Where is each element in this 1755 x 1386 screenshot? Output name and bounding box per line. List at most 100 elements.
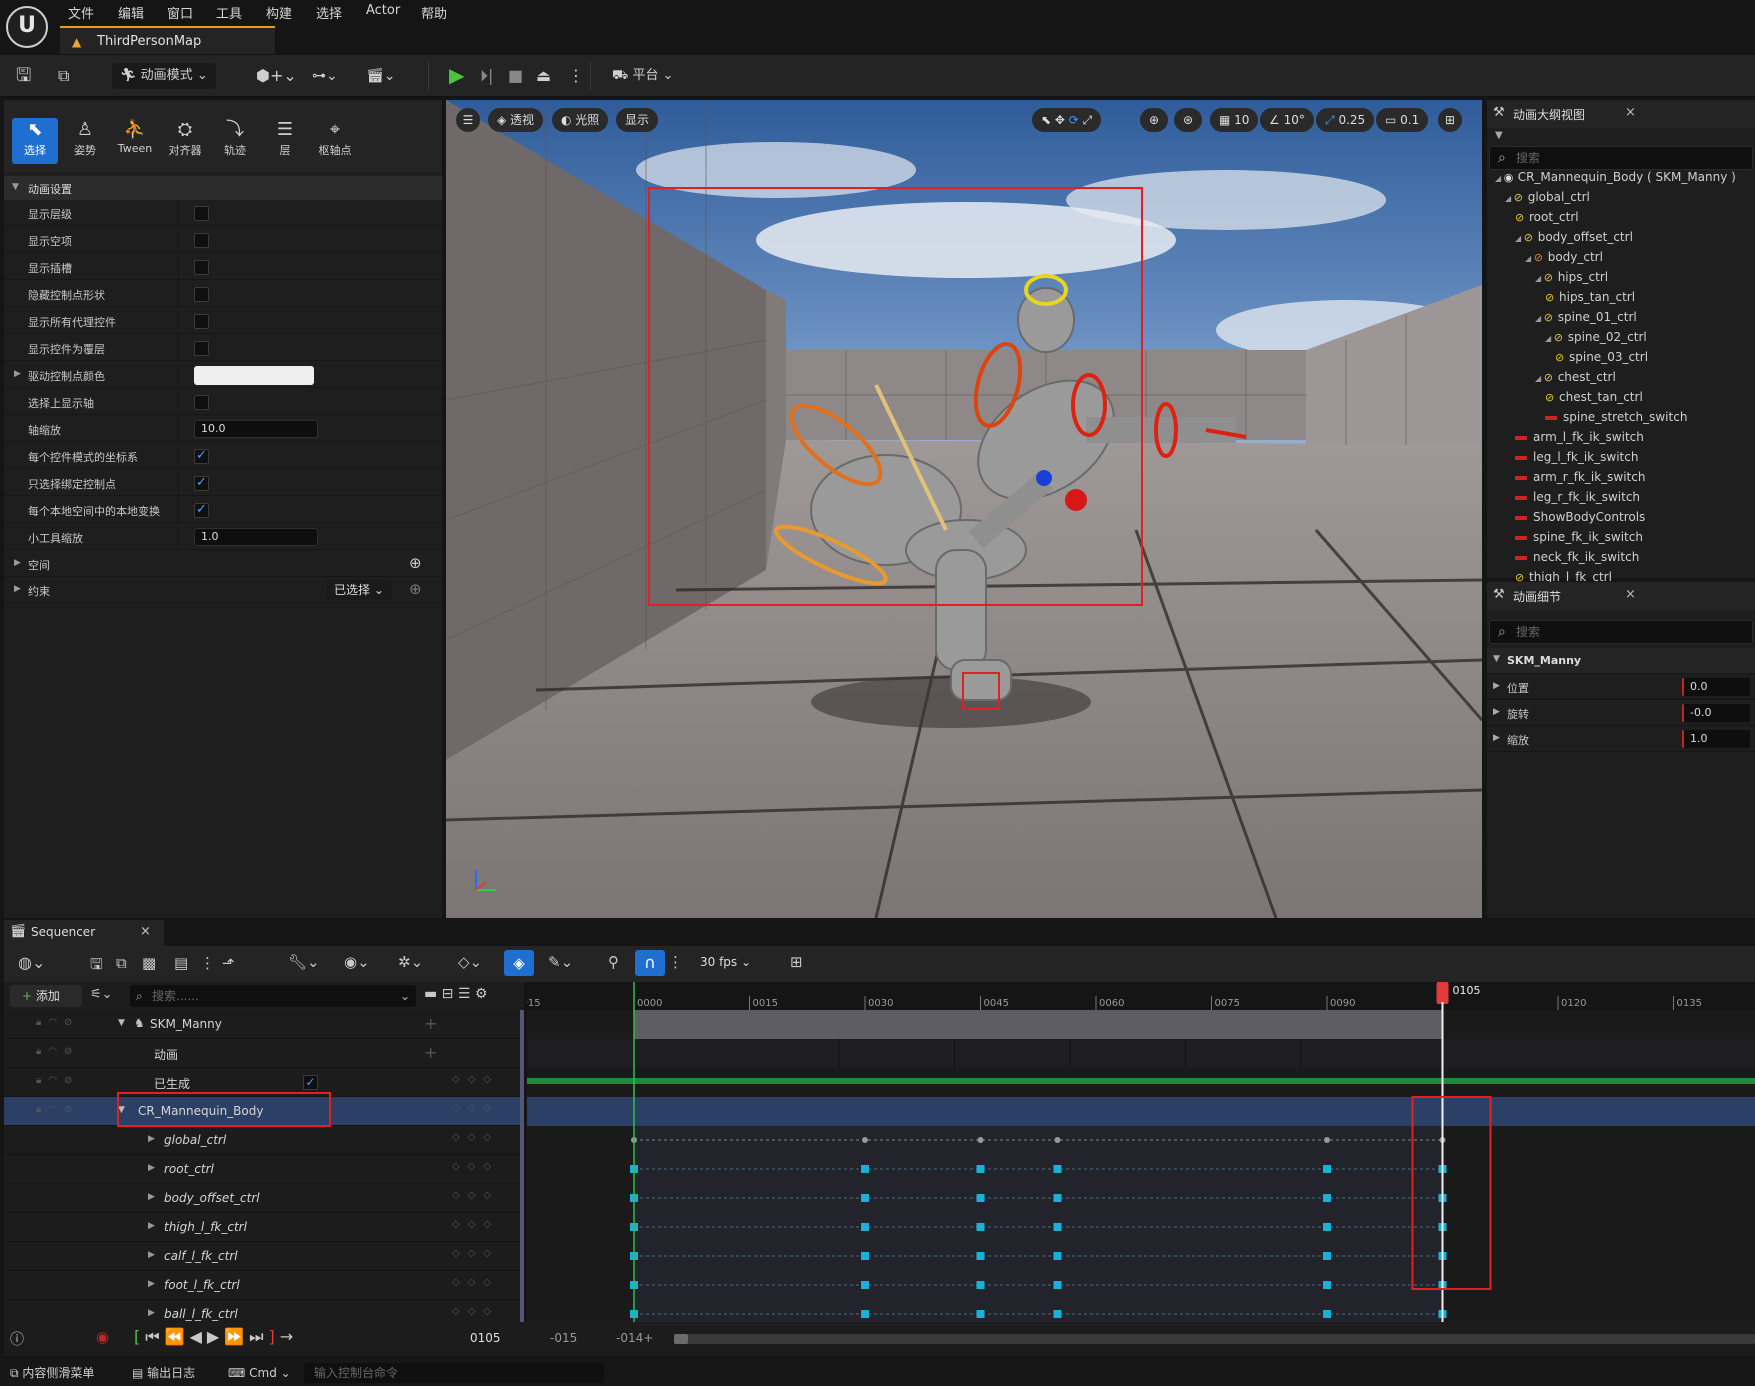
platform-dropdown[interactable]: ⛟ 平台 ⌄ xyxy=(612,63,674,89)
eject-icon[interactable]: ⏏ xyxy=(536,63,551,89)
transform-value-input[interactable]: -0.0 xyxy=(1682,704,1750,722)
loop-icon[interactable]: → xyxy=(280,1327,298,1346)
outliner-item[interactable]: leg_r_fk_ik_switch xyxy=(1515,490,1640,510)
range-end-field[interactable]: -014+ xyxy=(616,1331,653,1345)
track-row[interactable]: ▶ root_ctrl ◇◇◇ xyxy=(4,1155,524,1184)
curve-icon[interactable]: ⬏ xyxy=(222,954,235,972)
perspective-button[interactable]: ◈ 透视 xyxy=(488,108,544,132)
add-space-icon[interactable]: ⊕ xyxy=(409,554,422,572)
range-end-icon[interactable]: ] xyxy=(269,1327,280,1346)
track-row[interactable]: ▶ global_ctrl ◇◇◇ xyxy=(4,1126,524,1155)
mode-button-5[interactable]: ☰ 层 xyxy=(262,118,308,164)
find-asset-icon[interactable]: ⧉ xyxy=(116,954,127,972)
outliner-item[interactable]: arm_l_fk_ik_switch xyxy=(1515,430,1644,450)
console-input[interactable]: 输入控制台命令 xyxy=(304,1363,604,1383)
marker-icon[interactable]: ⚲ xyxy=(608,953,619,971)
sequencer-timeline[interactable]: 015 0000 0015 0030 0045 0060 0075 0090 0120 0135 0… xyxy=(527,982,1755,1322)
property-number-input[interactable]: 1.0 xyxy=(194,528,318,546)
more-options-icon[interactable]: ⋮ xyxy=(568,63,584,89)
world-space-icon[interactable]: ⊕ xyxy=(1140,108,1169,132)
expand-icon[interactable]: ▶ xyxy=(1493,707,1500,717)
save-icon[interactable]: 🖫 xyxy=(90,954,103,979)
record-icon[interactable]: ◉ xyxy=(96,1328,109,1346)
property-checkbox[interactable] xyxy=(194,448,209,464)
sequencer-search-input[interactable]: ⌕ 搜索...... ⌄ xyxy=(130,985,416,1007)
menu-help[interactable]: 帮助 xyxy=(421,3,447,22)
outliner-item[interactable]: ⊘ chest_tan_ctrl xyxy=(1545,390,1643,410)
track-lock-icon[interactable]: 🔒︎◠⊘ xyxy=(36,1017,79,1028)
expand-arrow-icon[interactable]: ▶ xyxy=(148,1308,155,1318)
add-icon[interactable]: + xyxy=(424,1043,437,1062)
expand-arrow-icon[interactable]: ▶ xyxy=(148,1221,155,1231)
anim-settings-header[interactable]: ▼ 动画设置 xyxy=(4,176,442,200)
expand-arrow-icon[interactable]: ◢ xyxy=(1545,334,1554,343)
add-actor-icon[interactable]: ⬢+⌄ xyxy=(256,63,297,89)
prev-key-icon[interactable]: ⏪ xyxy=(165,1327,190,1346)
step-icon[interactable]: ⏵| xyxy=(480,63,493,89)
collapse-all-icon[interactable]: ▬ ⊟ ☰ ⚙ xyxy=(424,986,487,1002)
transform-value-input[interactable]: 1.0 xyxy=(1682,730,1750,748)
track-row[interactable]: 🔒︎◠⊘ ▼ ♞ SKM_Manny + xyxy=(4,1010,524,1039)
pen-icon[interactable]: ✎⌄ xyxy=(548,953,573,971)
level-viewport[interactable]: ☰ ◈ 透视 ◐ 光照 显示 ⬉ ✥ ⟳ ⤢ ⊕ ⊛ ▦ 10 ∠ 10° ⤢ … xyxy=(446,100,1482,918)
skip-end-icon[interactable]: ⏭ xyxy=(249,1327,268,1346)
track-row[interactable]: ▶ thigh_l_fk_ctrl ◇◇◇ xyxy=(4,1213,524,1242)
camera-speed-button[interactable]: ▭ 0.1 xyxy=(1376,108,1429,132)
keyframe-nav-icon[interactable]: ◇◇◇ xyxy=(452,1132,499,1143)
play-icon[interactable]: ▶ xyxy=(449,63,464,87)
space-section[interactable]: ▶ 空间 ⊕ xyxy=(4,551,442,577)
close-icon[interactable]: × xyxy=(1625,105,1636,120)
mode-button-0[interactable]: ⬉ 选择 xyxy=(12,118,58,164)
menu-tools[interactable]: 工具 xyxy=(216,3,242,22)
property-checkbox[interactable] xyxy=(194,341,209,356)
track-lock-icon[interactable]: 🔒︎◠⊘ xyxy=(36,1046,79,1057)
more-icon[interactable]: ⋮ xyxy=(200,954,215,972)
expand-arrow-icon[interactable]: ◢ xyxy=(1525,254,1534,263)
keyframe-nav-icon[interactable]: ◇◇◇ xyxy=(452,1219,499,1230)
cmd-dropdown[interactable]: ⌨ Cmd ⌄ xyxy=(228,1363,291,1383)
details-section-header[interactable]: ▼ SKM_Manny xyxy=(1487,648,1755,674)
expand-icon[interactable]: ▶ xyxy=(1493,733,1500,743)
track-row[interactable]: ▶ body_offset_ctrl ◇◇◇ xyxy=(4,1184,524,1213)
show-button[interactable]: 显示 xyxy=(616,108,659,132)
keyframe-nav-icon[interactable]: ◇◇◇ xyxy=(452,1103,499,1114)
property-checkbox[interactable] xyxy=(194,475,209,491)
expand-arrow-icon[interactable]: ◢ xyxy=(1535,274,1544,283)
property-checkbox[interactable] xyxy=(194,314,209,329)
color-swatch[interactable] xyxy=(194,366,314,385)
key-icon[interactable]: ◇⌄ xyxy=(458,953,482,971)
surface-snap-icon[interactable]: ⊛ xyxy=(1174,108,1203,132)
outliner-item[interactable]: neck_fk_ik_switch xyxy=(1515,550,1639,570)
outliner-item[interactable]: ◢ ⊘ chest_ctrl xyxy=(1535,370,1616,390)
camera-icon[interactable]: ▩ xyxy=(142,954,156,972)
close-icon[interactable]: × xyxy=(1625,587,1636,602)
menu-build[interactable]: 构建 xyxy=(266,3,292,22)
track-lock-icon[interactable]: 🔒︎◠⊘ xyxy=(36,1104,79,1115)
expand-arrow-icon[interactable]: ◢ xyxy=(1535,314,1544,323)
content-drawer-button[interactable]: ⧉ 内容侧滑菜单 xyxy=(10,1363,94,1383)
range-start-icon[interactable]: [ xyxy=(134,1327,145,1346)
outliner-item[interactable]: ⊘ spine_03_ctrl xyxy=(1555,350,1648,370)
angle-snap-button[interactable]: ∠ 10° xyxy=(1260,108,1314,132)
select-tool-icon[interactable]: ⬉ ✥ ⟳ ⤢ xyxy=(1032,108,1102,132)
keyframe-nav-icon[interactable]: ◇◇◇ xyxy=(452,1277,499,1288)
add-constraint-icon[interactable]: ⊕ xyxy=(409,580,422,598)
close-icon[interactable]: × xyxy=(140,924,151,939)
keyframe-nav-icon[interactable]: ◇◇◇ xyxy=(452,1074,499,1085)
mode-button-3[interactable]: ⛭ 对齐器 xyxy=(162,118,208,164)
level-tab[interactable]: ▲ ThirdPersonMap xyxy=(60,26,275,54)
mode-button-4[interactable]: ⤵ 轨迹 xyxy=(212,118,258,164)
world-icon[interactable]: ◍⌄ xyxy=(18,953,45,972)
range-start-field[interactable]: -015 xyxy=(550,1331,577,1345)
outliner-item[interactable]: ◢ ⊘ spine_01_ctrl xyxy=(1535,310,1637,330)
output-log-button[interactable]: ▤ 输出日志 xyxy=(132,1363,195,1383)
curve-editor-icon[interactable]: ⊞ xyxy=(790,953,803,971)
viewport-menu-icon[interactable]: ☰ xyxy=(456,108,480,132)
mode-button-2[interactable]: ⛹ Tween xyxy=(112,118,158,164)
cinematics-icon[interactable]: 🎬︎⌄ xyxy=(366,63,396,89)
unreal-logo-icon[interactable]: U xyxy=(6,6,48,48)
details-search-input[interactable]: 搜索 xyxy=(1489,620,1753,644)
track-row[interactable]: ▶ foot_l_fk_ctrl ◇◇◇ xyxy=(4,1271,524,1300)
constraint-dropdown[interactable]: 已选择 ⌄ xyxy=(326,580,392,600)
menu-select[interactable]: 选择 xyxy=(316,3,342,22)
